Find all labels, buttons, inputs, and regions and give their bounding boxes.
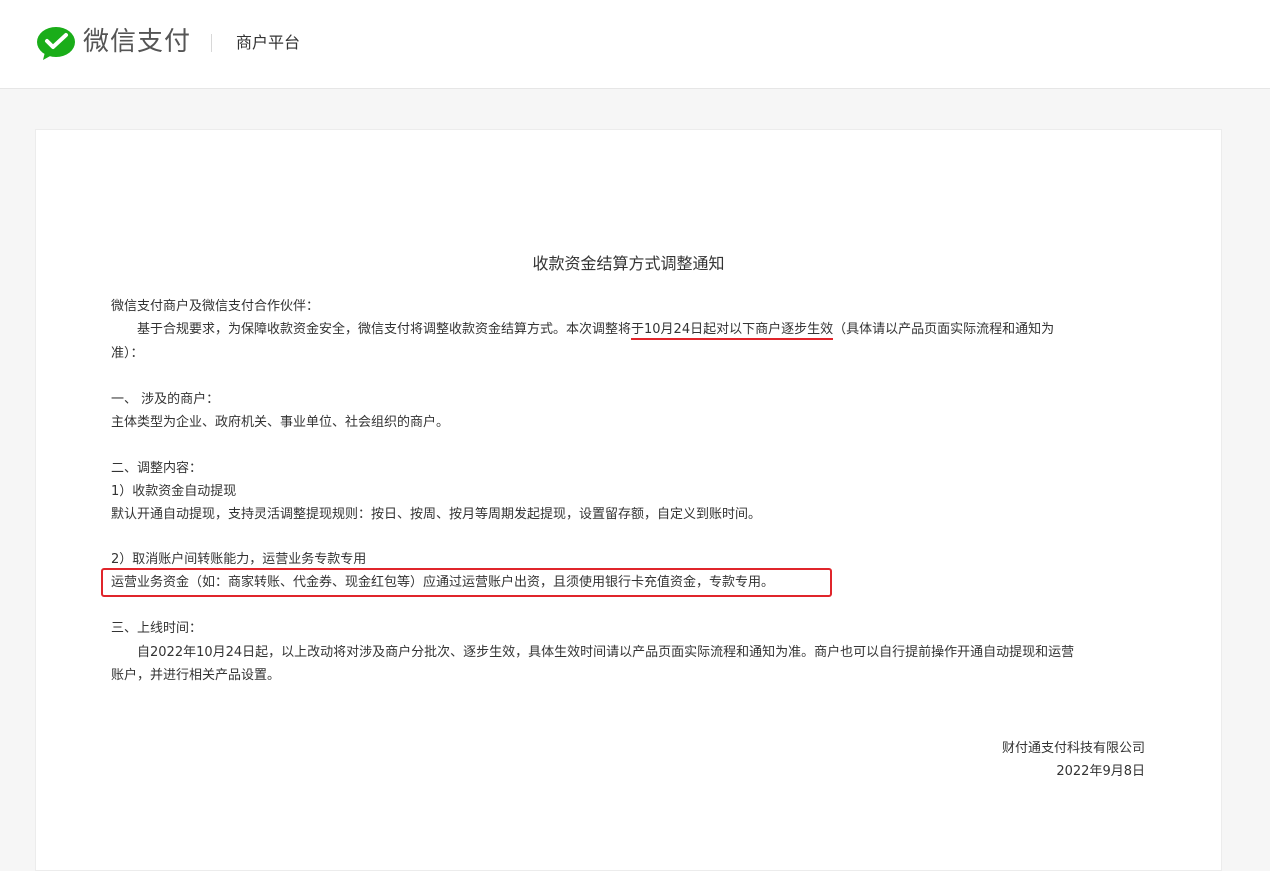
intro-text-a: 基于合规要求，为保障收款资金安全，微信支付将调整收款资金结算方式。本次调整将: [137, 322, 632, 337]
section1-heading: 一、 涉及的商户：: [111, 392, 220, 407]
section2-item2-title: 2）取消账户间转账能力，运营业务专款专用: [111, 552, 367, 567]
platform-name[interactable]: 商户平台: [236, 32, 300, 54]
section2-heading: 二、调整内容：: [111, 461, 203, 476]
notice-panel: 收款资金结算方式调整通知 微信支付商户及微信支付合作伙伴： 基于合规要求，为保障…: [35, 129, 1222, 871]
signature-company: 财付通支付科技有限公司: [1001, 741, 1145, 756]
notice-greeting: 微信支付商户及微信支付合作伙伴：: [111, 299, 320, 314]
signature-date: 2022年9月8日: [1056, 764, 1145, 779]
section3-body-line2: 账户，并进行相关产品设置。: [111, 668, 281, 683]
header-divider: [211, 34, 212, 52]
intro-highlight-scope: 对以下商户逐步生效: [716, 322, 834, 340]
intro-text-b: （具体请以产品页面实际流程和通知为: [833, 322, 1055, 337]
section1-body: 主体类型为企业、政府机关、事业单位、社会组织的商户。: [111, 415, 450, 430]
notice-intro-line2: 准）：: [111, 346, 144, 361]
wechat-pay-logo-icon[interactable]: [36, 26, 76, 62]
top-navigation-bar: 微信支付 商户平台: [0, 0, 1270, 89]
section2-item2-body: 运营业务资金（如：商家转账、代金券、现金红包等）应通过运营账户出资，且须使用银行…: [111, 575, 775, 590]
notice-intro-line1: 基于合规要求，为保障收款资金安全，微信支付将调整收款资金结算方式。本次调整将于1…: [137, 320, 1054, 340]
intro-highlight-date: 于10月24日起: [631, 322, 717, 340]
notice-title: 收款资金结算方式调整通知: [532, 254, 725, 273]
section3-heading: 三、上线时间：: [111, 621, 203, 636]
section3-body-line1: 自2022年10月24日起，以上改动将对涉及商户分批次、逐步生效，具体生效时间请…: [137, 645, 1075, 660]
section2-item1-body: 默认开通自动提现，支持灵活调整提现规则：按日、按周、按月等周期发起提现，设置留存…: [111, 507, 762, 522]
brand-name[interactable]: 微信支付: [83, 24, 191, 60]
section2-item1-title: 1）收款资金自动提现: [111, 484, 237, 499]
